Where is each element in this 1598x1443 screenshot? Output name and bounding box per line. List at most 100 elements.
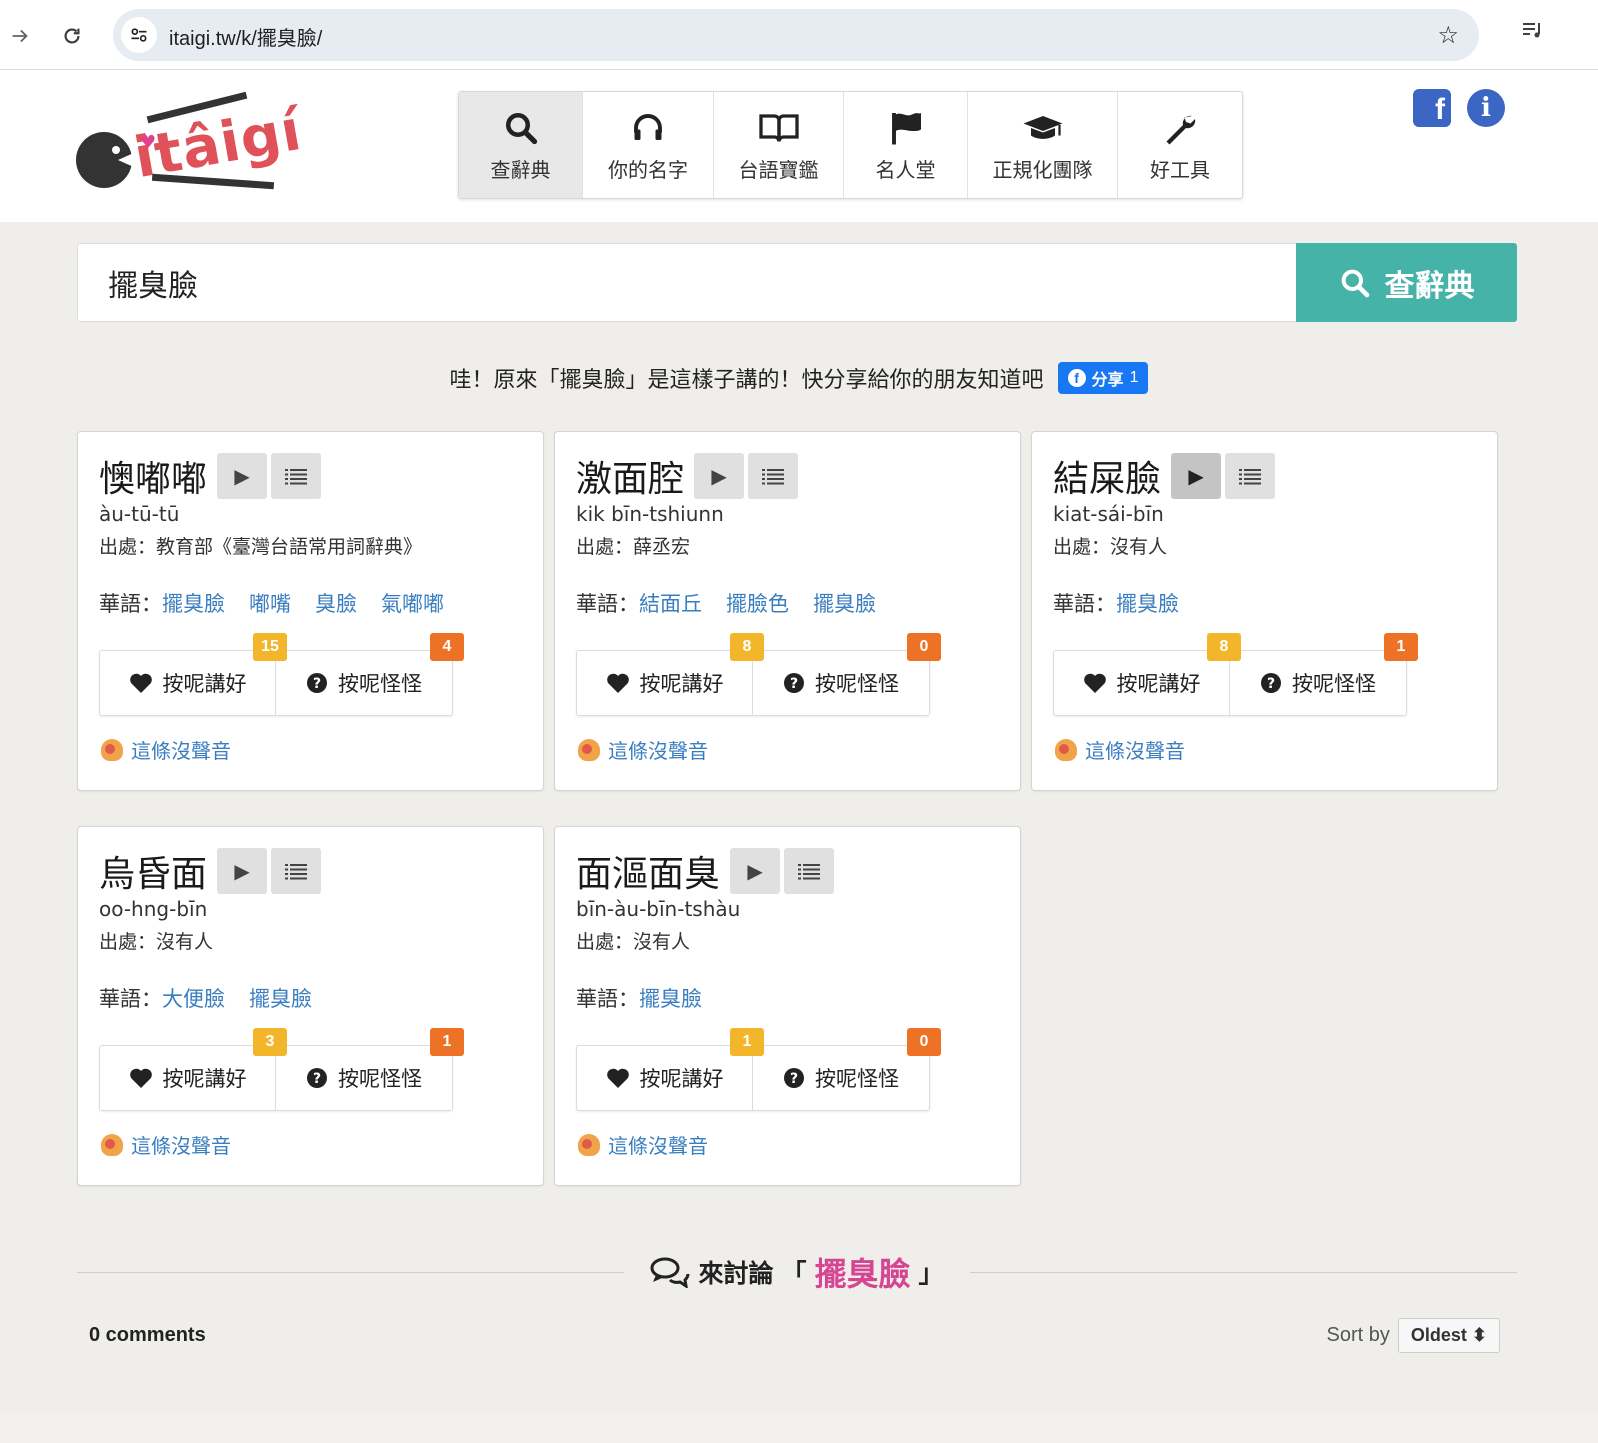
nav-item-treasury[interactable]: 台語寶鑑 [714, 92, 844, 198]
question-circle-icon: ? [307, 1068, 327, 1088]
mandarin-word-link[interactable]: 擺臭臉 [249, 983, 312, 1013]
forward-arrow-icon[interactable] [0, 16, 40, 56]
facebook-icon: f [1067, 369, 1086, 387]
mandarin-word-link[interactable]: 大便臉 [162, 983, 225, 1013]
mandarin-word-link[interactable]: 臭臉 [315, 588, 357, 618]
share-line: 哇！原來「擺臭臉」是這樣子講的！快分享給你的朋友知道吧 f 分享 1 [0, 362, 1598, 394]
play-button[interactable]: ▶ [217, 453, 268, 499]
romanization: kik bīn-tshiunn [576, 502, 724, 526]
list-icon [285, 864, 308, 880]
list-button[interactable] [1225, 453, 1276, 499]
comments-bar: 0 comments Sort by Oldest ⬍ [89, 1318, 1500, 1353]
mandarin-equivalents: 華語： 大便臉 擺臭臉 [99, 983, 336, 1013]
search-input[interactable] [77, 243, 1297, 322]
facebook-share-button[interactable]: f 分享 1 [1057, 362, 1149, 394]
like-button[interactable]: 按呢講好 1 [577, 1028, 764, 1110]
heart-icon [129, 673, 152, 693]
question-circle-icon: ? [1261, 673, 1281, 693]
heart-icon [606, 1068, 629, 1088]
weird-button[interactable]: ? 按呢怪怪 1 [276, 1028, 464, 1110]
page-bottom [0, 1413, 1598, 1443]
book-icon [758, 108, 800, 148]
mandarin-word-link[interactable]: 擺臭臉 [813, 588, 876, 618]
romanization: bīn-àu-bīn-tshàu [576, 897, 741, 921]
romanization: kiat-sái-bīn [1053, 502, 1164, 526]
list-icon [798, 864, 821, 880]
weird-button[interactable]: ? 按呢怪怪 0 [753, 1028, 941, 1110]
list-button[interactable] [271, 848, 322, 894]
mandarin-equivalents: 華語： 擺臭臉 嘟嘴 臭臉 氣嘟嘟 [99, 588, 468, 618]
like-button[interactable]: 按呢講好 8 [577, 633, 764, 715]
svg-text:?: ? [313, 676, 321, 692]
like-button[interactable]: 按呢講好 8 [1054, 633, 1241, 715]
mandarin-word-link[interactable]: 氣嘟嘟 [381, 588, 444, 618]
mandarin-word-link[interactable]: 擺臭臉 [162, 588, 225, 618]
weird-button[interactable]: ? 按呢怪怪 0 [753, 633, 941, 715]
list-button[interactable] [748, 453, 799, 499]
search-button[interactable]: 查辭典 [1296, 243, 1517, 322]
main-nav: 查辭典 你的名字 台語寶鑑 名人堂 正規化團隊 好工具 [458, 91, 1243, 199]
list-button[interactable] [271, 453, 322, 499]
list-button[interactable] [784, 848, 835, 894]
nav-item-normalization-team[interactable]: 正規化團隊 [968, 92, 1118, 198]
play-button[interactable]: ▶ [1171, 453, 1222, 499]
graduation-cap-icon [1021, 108, 1065, 148]
source-text: 出處：沒有人 [1053, 536, 1168, 558]
ear-icon [1055, 738, 1077, 761]
ear-icon [578, 738, 600, 761]
mandarin-word-link[interactable]: 結面丘 [639, 588, 702, 618]
play-button[interactable]: ▶ [217, 848, 268, 894]
list-icon [762, 469, 785, 485]
headphones-icon [630, 108, 666, 148]
comment-count: 0 comments [89, 1324, 206, 1346]
source-text: 出處：薛丞宏 [576, 536, 691, 558]
vote-group: 按呢講好 8 ? 按呢怪怪 1 [1053, 633, 1418, 716]
wrench-icon [1162, 108, 1198, 148]
itaigi-logo[interactable]: itâigí ♥ [76, 91, 308, 202]
discussion-keyword: 擺臭臉 [814, 1255, 911, 1293]
no-sound-link[interactable]: 這條沒聲音 [578, 735, 708, 764]
no-sound-link[interactable]: 這條沒聲音 [578, 1130, 708, 1159]
weird-button[interactable]: ? 按呢怪怪 4 [276, 633, 464, 715]
bookmark-star-icon[interactable]: ☆ [1437, 21, 1459, 49]
nav-item-hall-of-fame[interactable]: 名人堂 [844, 92, 968, 198]
play-button[interactable]: ▶ [730, 848, 781, 894]
no-sound-link[interactable]: 這條沒聲音 [101, 735, 231, 764]
nav-item-tools[interactable]: 好工具 [1118, 92, 1242, 198]
like-button[interactable]: 按呢講好 15 [100, 633, 287, 715]
svg-text:?: ? [313, 1071, 321, 1087]
mandarin-equivalents: 華語： 擺臭臉 [576, 983, 726, 1013]
url-text[interactable]: itaigi.tw/k/擺臭臉/ [169, 22, 322, 51]
site-info-icon[interactable] [121, 17, 157, 53]
media-controls-icon[interactable] [1520, 18, 1544, 46]
address-bar[interactable]: itaigi.tw/k/擺臭臉/ ☆ [113, 9, 1479, 61]
play-button[interactable]: ▶ [694, 453, 745, 499]
info-icon[interactable]: i [1467, 89, 1505, 127]
word-card: 面漚面臭 ▶ bīn-àu-bīn-tshàu 出處：沒有人 華語： 擺臭臉 按呢… [554, 826, 1021, 1186]
nav-item-dictionary[interactable]: 查辭典 [459, 92, 583, 198]
heart-icon [606, 673, 629, 693]
weird-count-badge: 1 [430, 1028, 464, 1056]
list-icon [285, 469, 308, 485]
mandarin-word-link[interactable]: 擺臉色 [726, 588, 789, 618]
sort-select[interactable]: Oldest ⬍ [1397, 1318, 1500, 1353]
site-header: itâigí ♥ 查辭典 你的名字 台語寶鑑 名人堂 正規化團隊 好工具 f i [0, 70, 1598, 222]
like-button[interactable]: 按呢講好 3 [100, 1028, 287, 1110]
mandarin-equivalents: 華語： 擺臭臉 [1053, 588, 1203, 618]
facebook-icon[interactable]: f [1413, 89, 1451, 127]
mandarin-word-link[interactable]: 擺臭臉 [639, 983, 702, 1013]
word-hanji: 烏昏面 [99, 854, 208, 895]
list-icon [1239, 469, 1262, 485]
mandarin-word-link[interactable]: 嘟嘴 [249, 588, 291, 618]
ear-icon [101, 1133, 123, 1156]
reload-icon[interactable] [52, 16, 92, 56]
no-sound-link[interactable]: 這條沒聲音 [101, 1130, 231, 1159]
word-hanji: 懊嘟嘟 [99, 459, 208, 500]
weird-button[interactable]: ? 按呢怪怪 1 [1230, 633, 1418, 715]
no-sound-link[interactable]: 這條沒聲音 [1055, 735, 1185, 764]
word-card: 烏昏面 ▶ oo-hng-bīn 出處：沒有人 華語： 大便臉 擺臭臉 按呢講好 3… [77, 826, 544, 1186]
romanization: oo-hng-bīn [99, 897, 208, 921]
mandarin-word-link[interactable]: 擺臭臉 [1116, 588, 1179, 618]
weird-count-badge: 4 [430, 633, 464, 661]
nav-item-your-name[interactable]: 你的名字 [583, 92, 714, 198]
